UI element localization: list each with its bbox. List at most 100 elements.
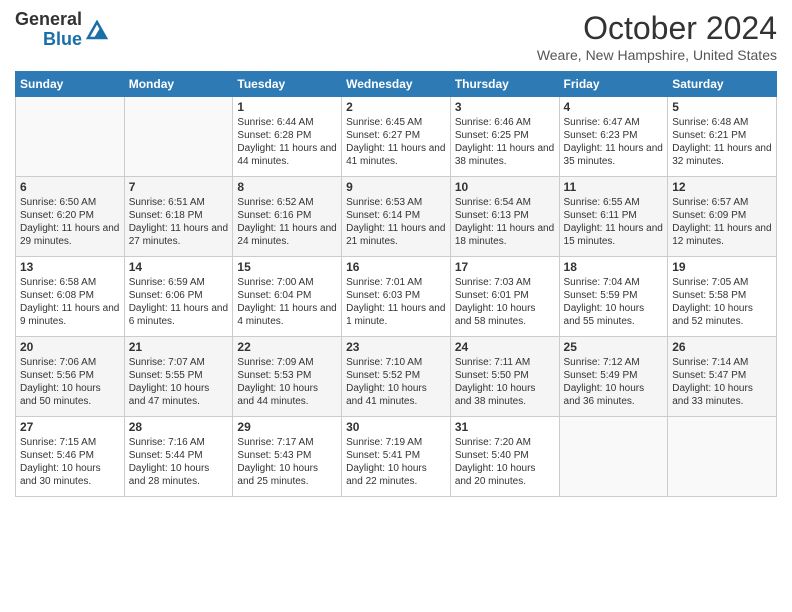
table-row: 21 Sunrise: 7:07 AMSunset: 5:55 PMDayligh… bbox=[124, 337, 233, 417]
title-block: October 2024 Weare, New Hampshire, Unite… bbox=[537, 10, 777, 63]
table-row: 24Sunrise: 7:11 AMSunset: 5:50 PMDayligh… bbox=[450, 337, 559, 417]
day-number: 14 bbox=[129, 260, 229, 274]
day-number: 9 bbox=[346, 180, 446, 194]
day-number: 10 bbox=[455, 180, 555, 194]
day-info: Sunrise: 6:58 AMSunset: 6:08 PMDaylight:… bbox=[20, 276, 120, 328]
day-info: Sunrise: 7:05 AMSunset: 5:58 PMDaylight:… bbox=[672, 276, 772, 328]
calendar-table: Sunday Monday Tuesday Wednesday Thursday… bbox=[15, 71, 777, 497]
table-row: 14 Sunrise: 6:59 AMSunset: 6:06 PMDayligh… bbox=[124, 257, 233, 337]
day-info: Sunrise: 7:16 AMSunset: 5:44 PMDaylight:… bbox=[129, 436, 229, 488]
header: General Blue October 2024 Weare, New Ham… bbox=[15, 10, 777, 63]
day-info: Sunrise: 7:07 AMSunset: 5:55 PMDaylight:… bbox=[129, 356, 229, 408]
table-row: 1Sunrise: 6:44 AMSunset: 6:28 PMDaylight… bbox=[233, 97, 342, 177]
day-info: Sunrise: 7:06 AMSunset: 5:56 PMDaylight:… bbox=[20, 356, 120, 408]
logo-icon bbox=[86, 20, 108, 40]
day-number: 13 bbox=[20, 260, 120, 274]
col-wednesday: Wednesday bbox=[342, 72, 451, 97]
table-row: 7 Sunrise: 6:51 AMSunset: 6:18 PMDaylight… bbox=[124, 177, 233, 257]
day-number: 7 bbox=[129, 180, 229, 194]
week-row-3: 20 Sunrise: 7:06 AMSunset: 5:56 PMDayligh… bbox=[16, 337, 777, 417]
table-row: 30 Sunrise: 7:19 AMSunset: 5:41 PMDayligh… bbox=[342, 417, 451, 497]
table-row: 26 Sunrise: 7:14 AMSunset: 5:47 PMDayligh… bbox=[668, 337, 777, 417]
day-number: 15 bbox=[237, 260, 337, 274]
day-number: 17 bbox=[455, 260, 555, 274]
week-row-2: 13 Sunrise: 6:58 AMSunset: 6:08 PMDayligh… bbox=[16, 257, 777, 337]
table-row: 19 Sunrise: 7:05 AMSunset: 5:58 PMDayligh… bbox=[668, 257, 777, 337]
day-info: Sunrise: 7:19 AMSunset: 5:41 PMDaylight:… bbox=[346, 436, 446, 488]
day-number: 21 bbox=[129, 340, 229, 354]
table-row: 29Sunrise: 7:17 AMSunset: 5:43 PMDayligh… bbox=[233, 417, 342, 497]
day-info: Sunrise: 6:51 AMSunset: 6:18 PMDaylight:… bbox=[129, 196, 229, 248]
day-info: Sunrise: 7:10 AMSunset: 5:52 PMDaylight:… bbox=[346, 356, 446, 408]
table-row: 27Sunrise: 7:15 AMSunset: 5:46 PMDayligh… bbox=[16, 417, 125, 497]
day-info: Sunrise: 6:55 AMSunset: 6:11 PMDaylight:… bbox=[564, 196, 664, 248]
table-row: 15 Sunrise: 7:00 AMSunset: 6:04 PMDayligh… bbox=[233, 257, 342, 337]
col-tuesday: Tuesday bbox=[233, 72, 342, 97]
day-number: 20 bbox=[20, 340, 120, 354]
location: Weare, New Hampshire, United States bbox=[537, 47, 777, 63]
table-row: 16 Sunrise: 7:01 AMSunset: 6:03 PMDayligh… bbox=[342, 257, 451, 337]
day-number: 11 bbox=[564, 180, 664, 194]
day-info: Sunrise: 7:14 AMSunset: 5:47 PMDaylight:… bbox=[672, 356, 772, 408]
day-number: 31 bbox=[455, 420, 555, 434]
table-row: 13 Sunrise: 6:58 AMSunset: 6:08 PMDayligh… bbox=[16, 257, 125, 337]
table-row: 11 Sunrise: 6:55 AMSunset: 6:11 PMDayligh… bbox=[559, 177, 668, 257]
day-info: Sunrise: 6:50 AMSunset: 6:20 PMDaylight:… bbox=[20, 196, 120, 248]
logo-general: General bbox=[15, 10, 82, 30]
day-number: 4 bbox=[564, 100, 664, 114]
day-number: 16 bbox=[346, 260, 446, 274]
week-row-0: 1Sunrise: 6:44 AMSunset: 6:28 PMDaylight… bbox=[16, 97, 777, 177]
day-info: Sunrise: 6:48 AMSunset: 6:21 PMDaylight:… bbox=[672, 116, 772, 168]
day-info: Sunrise: 6:45 AMSunset: 6:27 PMDaylight:… bbox=[346, 116, 446, 168]
table-row: 6 Sunrise: 6:50 AMSunset: 6:20 PMDaylight… bbox=[16, 177, 125, 257]
col-saturday: Saturday bbox=[668, 72, 777, 97]
day-number: 30 bbox=[346, 420, 446, 434]
day-info: Sunrise: 6:44 AMSunset: 6:28 PMDaylight:… bbox=[237, 116, 337, 168]
day-number: 18 bbox=[564, 260, 664, 274]
day-info: Sunrise: 7:01 AMSunset: 6:03 PMDaylight:… bbox=[346, 276, 446, 328]
table-row: 2Sunrise: 6:45 AMSunset: 6:27 PMDaylight… bbox=[342, 97, 451, 177]
table-row: 23 Sunrise: 7:10 AMSunset: 5:52 PMDayligh… bbox=[342, 337, 451, 417]
day-number: 19 bbox=[672, 260, 772, 274]
table-row bbox=[16, 97, 125, 177]
table-row: 25Sunrise: 7:12 AMSunset: 5:49 PMDayligh… bbox=[559, 337, 668, 417]
day-info: Sunrise: 6:52 AMSunset: 6:16 PMDaylight:… bbox=[237, 196, 337, 248]
col-sunday: Sunday bbox=[16, 72, 125, 97]
day-info: Sunrise: 6:59 AMSunset: 6:06 PMDaylight:… bbox=[129, 276, 229, 328]
day-info: Sunrise: 6:47 AMSunset: 6:23 PMDaylight:… bbox=[564, 116, 664, 168]
col-monday: Monday bbox=[124, 72, 233, 97]
day-info: Sunrise: 6:57 AMSunset: 6:09 PMDaylight:… bbox=[672, 196, 772, 248]
day-number: 27 bbox=[20, 420, 120, 434]
day-number: 12 bbox=[672, 180, 772, 194]
day-info: Sunrise: 7:11 AMSunset: 5:50 PMDaylight:… bbox=[455, 356, 555, 408]
table-row bbox=[124, 97, 233, 177]
day-info: Sunrise: 7:00 AMSunset: 6:04 PMDaylight:… bbox=[237, 276, 337, 328]
day-number: 22 bbox=[237, 340, 337, 354]
day-number: 26 bbox=[672, 340, 772, 354]
month-title: October 2024 bbox=[537, 10, 777, 47]
day-number: 3 bbox=[455, 100, 555, 114]
day-number: 23 bbox=[346, 340, 446, 354]
week-row-1: 6 Sunrise: 6:50 AMSunset: 6:20 PMDaylight… bbox=[16, 177, 777, 257]
table-row: 28 Sunrise: 7:16 AMSunset: 5:44 PMDayligh… bbox=[124, 417, 233, 497]
table-row: 5Sunrise: 6:48 AMSunset: 6:21 PMDaylight… bbox=[668, 97, 777, 177]
table-row: 18 Sunrise: 7:04 AMSunset: 5:59 PMDayligh… bbox=[559, 257, 668, 337]
table-row bbox=[559, 417, 668, 497]
col-friday: Friday bbox=[559, 72, 668, 97]
day-info: Sunrise: 6:46 AMSunset: 6:25 PMDaylight:… bbox=[455, 116, 555, 168]
day-info: Sunrise: 7:17 AMSunset: 5:43 PMDaylight:… bbox=[237, 436, 337, 488]
day-number: 8 bbox=[237, 180, 337, 194]
table-row: 8 Sunrise: 6:52 AMSunset: 6:16 PMDaylight… bbox=[233, 177, 342, 257]
week-row-4: 27Sunrise: 7:15 AMSunset: 5:46 PMDayligh… bbox=[16, 417, 777, 497]
col-thursday: Thursday bbox=[450, 72, 559, 97]
table-row bbox=[668, 417, 777, 497]
day-info: Sunrise: 7:04 AMSunset: 5:59 PMDaylight:… bbox=[564, 276, 664, 328]
day-number: 28 bbox=[129, 420, 229, 434]
table-row: 3 Sunrise: 6:46 AMSunset: 6:25 PMDaylight… bbox=[450, 97, 559, 177]
day-info: Sunrise: 7:03 AMSunset: 6:01 PMDaylight:… bbox=[455, 276, 555, 328]
day-number: 6 bbox=[20, 180, 120, 194]
table-row: 4 Sunrise: 6:47 AMSunset: 6:23 PMDaylight… bbox=[559, 97, 668, 177]
table-row: 31Sunrise: 7:20 AMSunset: 5:40 PMDayligh… bbox=[450, 417, 559, 497]
table-row: 12 Sunrise: 6:57 AMSunset: 6:09 PMDayligh… bbox=[668, 177, 777, 257]
table-row: 10Sunrise: 6:54 AMSunset: 6:13 PMDayligh… bbox=[450, 177, 559, 257]
